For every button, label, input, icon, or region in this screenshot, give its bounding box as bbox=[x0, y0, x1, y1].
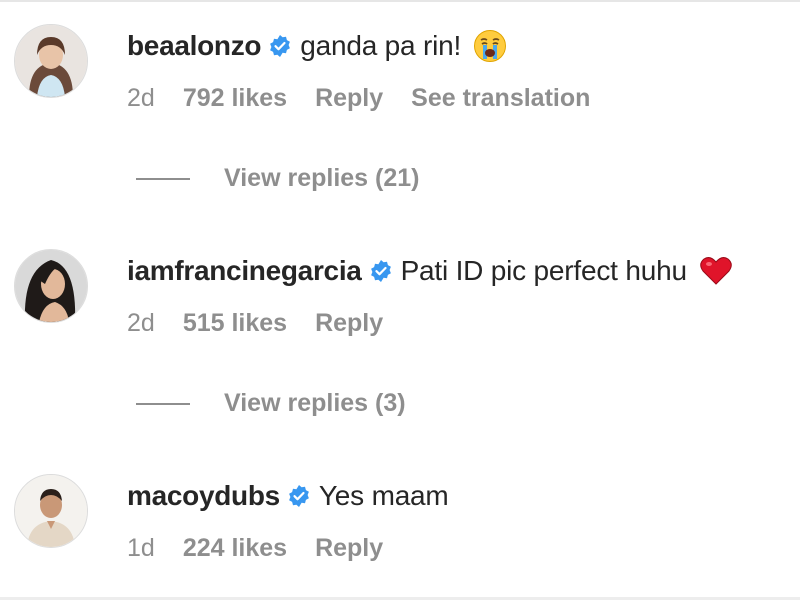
username[interactable]: iamfrancinegarcia bbox=[127, 255, 362, 287]
comment-item: iamfrancinegarcia Pati ID pic perfect hu… bbox=[0, 243, 800, 353]
avatar[interactable] bbox=[14, 249, 88, 323]
likes-count[interactable]: 224 likes bbox=[183, 534, 287, 563]
likes-count[interactable]: 792 likes bbox=[183, 84, 287, 113]
comment-text: ganda pa rin! bbox=[300, 30, 462, 61]
crying-face-icon bbox=[473, 29, 507, 63]
view-replies-button[interactable]: View replies (21) bbox=[136, 164, 419, 193]
comment-timestamp[interactable]: 1d bbox=[127, 534, 155, 563]
avatar[interactable] bbox=[14, 24, 88, 98]
comment-timestamp[interactable]: 2d bbox=[127, 84, 155, 113]
view-replies-button[interactable]: View replies (3) bbox=[136, 389, 406, 418]
replies-divider bbox=[136, 402, 190, 405]
comment-text: Pati ID pic perfect huhu bbox=[400, 255, 687, 286]
see-translation-button[interactable]: See translation bbox=[411, 84, 590, 113]
username[interactable]: macoydubs bbox=[127, 480, 280, 512]
verified-badge-icon bbox=[287, 484, 311, 508]
reply-button[interactable]: Reply bbox=[315, 84, 383, 113]
replies-divider bbox=[136, 177, 190, 180]
top-divider bbox=[0, 0, 800, 2]
red-heart-icon bbox=[699, 254, 733, 288]
likes-count[interactable]: 515 likes bbox=[183, 309, 287, 338]
reply-button[interactable]: Reply bbox=[315, 309, 383, 338]
comment-item: beaalonzo ganda pa rin! 2d 792 likes Rep… bbox=[0, 18, 800, 128]
view-replies-label: View replies (21) bbox=[224, 164, 420, 192]
comment-item: macoydubs Yes maam 1d 224 likes Reply bbox=[0, 468, 800, 578]
username[interactable]: beaalonzo bbox=[127, 30, 262, 62]
reply-button[interactable]: Reply bbox=[315, 534, 383, 563]
view-replies-label: View replies (3) bbox=[224, 389, 406, 417]
verified-badge-icon bbox=[369, 259, 393, 283]
comment-text: Yes maam bbox=[318, 480, 449, 511]
verified-badge-icon bbox=[268, 34, 292, 58]
comment-timestamp[interactable]: 2d bbox=[127, 309, 155, 338]
avatar[interactable] bbox=[14, 474, 88, 548]
